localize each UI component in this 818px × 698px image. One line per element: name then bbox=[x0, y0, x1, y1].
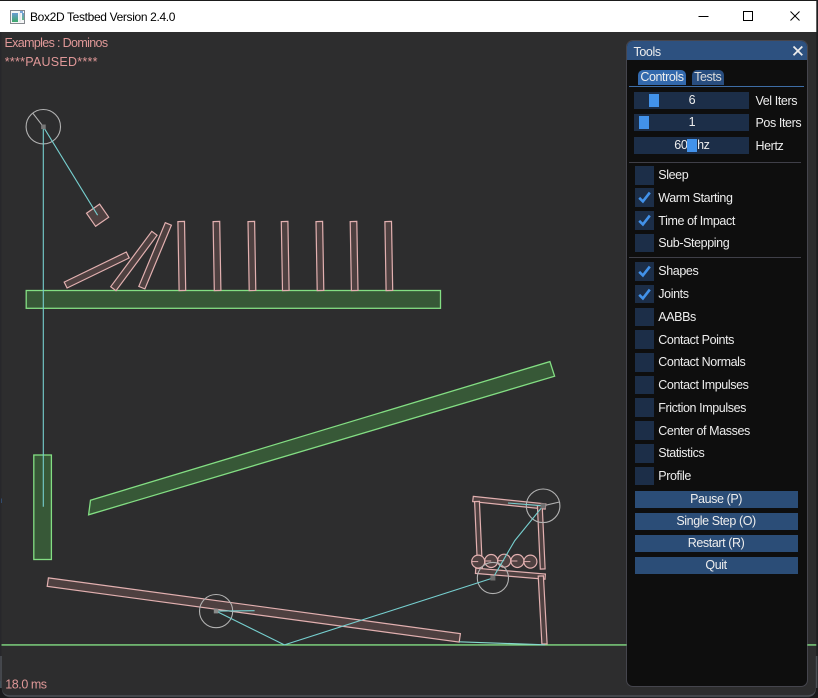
svg-text:****PAUSED****: ****PAUSED**** bbox=[5, 55, 98, 69]
svg-text:18.0 ms: 18.0 ms bbox=[5, 677, 47, 691]
svg-text:Examples : Dominos: Examples : Dominos bbox=[5, 36, 108, 50]
